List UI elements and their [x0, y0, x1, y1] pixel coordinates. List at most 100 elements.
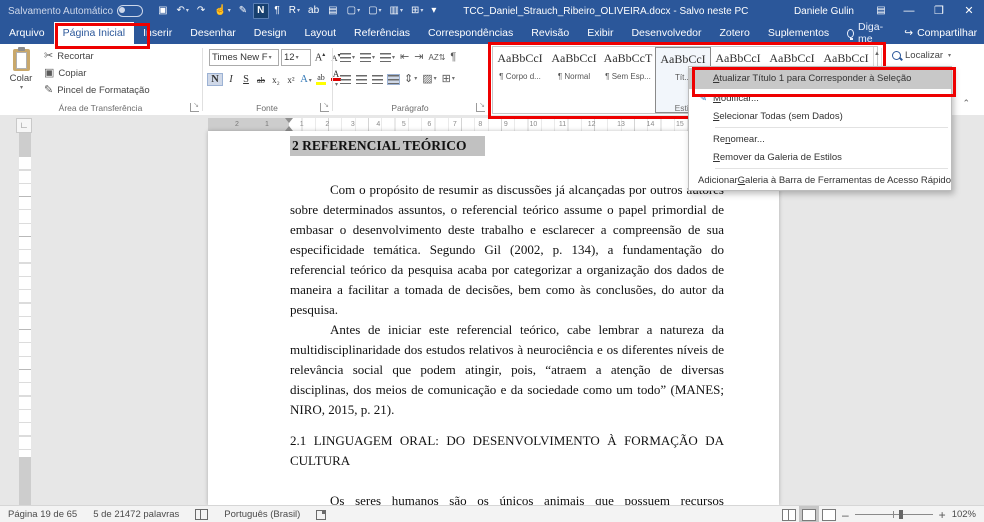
language-indicator[interactable]: Português (Brasil) [216, 509, 308, 520]
word-window: Salvamento Automático ▣ ↶ ▾ ↷ ☝ ▾ ✎ N ¶ R ▾… [0, 0, 984, 522]
vertical-ruler[interactable] [19, 133, 31, 505]
word-count[interactable]: 5 de 21472 palavras [85, 509, 187, 520]
qat-overflow-button[interactable]: ▾ [428, 4, 440, 18]
columns-button[interactable]: ▥ ▾ [387, 4, 406, 18]
context-menu-item[interactable]: Atualizar Título 1 para Corresponder à S… [689, 68, 951, 89]
autosave-switch-icon[interactable] [117, 5, 144, 17]
paste-button[interactable]: Colar ▾ [4, 47, 38, 109]
zoom-slider[interactable] [854, 510, 933, 519]
close-button[interactable]: ✕ [954, 0, 984, 22]
format-painter-button[interactable]: ✎ [236, 4, 251, 18]
context-menu-item[interactable]: Selecionar Todas (sem Dados) [689, 107, 951, 125]
user-name[interactable]: Daniele Gulin [794, 6, 854, 17]
ribbon-tab[interactable]: Referências [345, 22, 419, 44]
zoom-slider-thumb[interactable] [898, 510, 903, 519]
subscript-button[interactable]: x₂ [269, 75, 283, 85]
spelling-button[interactable]: ab [305, 4, 323, 18]
ribbon-display-options-button[interactable]: ▤ [868, 0, 894, 22]
font-size-combobox[interactable]: 12 ▾ [281, 49, 311, 66]
numbered-list-button[interactable]: ▾ [359, 52, 376, 63]
context-menu-item[interactable]: ✎ Modificar... [689, 89, 951, 107]
shading-button[interactable]: ▨ ▾ [421, 72, 437, 87]
redo-button[interactable]: ↷ [194, 4, 209, 18]
spellcheck-button[interactable] [187, 509, 216, 520]
strikethrough-button[interactable]: ab [254, 75, 268, 85]
underline-button[interactable]: S [239, 74, 253, 85]
clipboard-dialog-launcher[interactable]: ↘ [190, 102, 199, 112]
text-effects-button[interactable]: A▾ [299, 74, 313, 85]
macro-record-button[interactable] [308, 509, 334, 520]
paragraph-dialog-launcher[interactable]: ↘ [476, 102, 485, 112]
font-name-combobox[interactable]: Times New F ▾ [209, 49, 279, 66]
autosave-toggle[interactable]: Salvamento Automático [8, 5, 144, 17]
styles-button[interactable]: R ▾ [286, 4, 303, 18]
ribbon-tab[interactable]: Layout [295, 22, 345, 44]
decrease-indent-button[interactable]: ⇤ [399, 50, 410, 65]
zoom-level[interactable]: 102% [952, 509, 976, 520]
page-text[interactable]: 2 REFERENCIAL TEÓRICO Com o propósito de… [290, 131, 724, 505]
formatting-marks-button[interactable]: ¶ [271, 4, 283, 18]
share-button[interactable]: ↪ Compartilhar [894, 22, 984, 44]
hanging-indent-marker[interactable] [285, 122, 293, 131]
paragraph[interactable]: Antes de iniciar este referencial teóric… [290, 320, 724, 420]
table-button[interactable]: ⊞ ▾ [408, 4, 426, 18]
zoom-in-button[interactable]: + [939, 509, 946, 521]
ribbon-tab[interactable]: Desenvolvedor [622, 22, 710, 44]
ribbon-tab[interactable]: Desenhar [181, 22, 245, 44]
ribbon-tab[interactable]: Página Inicial [53, 22, 135, 44]
ribbon-tab[interactable]: Revisão [522, 22, 578, 44]
read-mode-button[interactable] [781, 508, 796, 521]
ribbon-tab[interactable]: Zotero [711, 22, 759, 44]
ribbon-tab[interactable]: Correspondências [419, 22, 522, 44]
paragraph[interactable]: Os seres humanos são os únicos animais q… [290, 491, 724, 505]
sort-button[interactable]: AZ⇅ [427, 50, 446, 65]
restore-button[interactable]: ❐ [924, 0, 954, 22]
tab-stop-selector[interactable]: ∟ [16, 118, 32, 133]
borders-button[interactable]: ⊞ ▾ [441, 72, 456, 87]
grow-font-button[interactable]: A▴ [313, 51, 327, 64]
font-dialog-launcher[interactable]: ↘ [320, 102, 329, 112]
copy-button[interactable]: ▣ Copiar [44, 67, 150, 80]
align-center-button[interactable] [355, 74, 368, 85]
show-paragraph-marks-button[interactable]: ¶ [449, 50, 457, 65]
read-aloud-button[interactable]: ▤ [325, 4, 341, 18]
touch-mouse-mode-button[interactable]: ☝ ▾ [211, 4, 233, 18]
zoom-out-button[interactable]: – [842, 509, 849, 521]
section-subheading[interactable]: 2.1 LINGUAGEM ORAL: DO DESENVOLVIMENTO À… [290, 431, 724, 471]
web-layout-button[interactable] [821, 508, 836, 521]
paragraph[interactable]: Com o propósito de resumir as discussões… [290, 180, 724, 320]
ribbon-tab[interactable]: Arquivo [0, 22, 54, 44]
print-layout-button[interactable] [798, 505, 819, 522]
align-right-button[interactable] [371, 74, 384, 85]
italic-button[interactable]: I [224, 74, 238, 85]
increase-indent-button[interactable]: ⇥ [413, 50, 424, 65]
collapse-ribbon-button[interactable]: ⌃ [962, 98, 970, 109]
line-spacing-button[interactable]: ⇕ ▾ [403, 72, 418, 87]
justify-button[interactable] [387, 74, 400, 85]
undo-button[interactable]: ↶ ▾ [174, 4, 192, 18]
format-painter-button[interactable]: ✎ Pincel de Formatação [44, 84, 150, 97]
align-left-button[interactable] [339, 74, 352, 85]
highlight-color-button[interactable]: ab [314, 74, 328, 85]
bold-button[interactable]: N [253, 3, 270, 19]
selected-heading[interactable]: 2 REFERENCIAL TEÓRICO [290, 136, 485, 156]
ribbon-tab[interactable]: Exibir [578, 22, 622, 44]
save-button[interactable]: ▣ [155, 4, 171, 18]
ribbon-tab[interactable]: Suplementos [759, 22, 838, 44]
context-menu-item[interactable]: Remover da Galeria de Estilos [689, 148, 951, 166]
bullet-list-button[interactable]: ▾ [339, 52, 356, 63]
page-setup-button[interactable]: ▢ ▾ [365, 4, 384, 18]
ribbon-tab[interactable]: Design [245, 22, 296, 44]
superscript-button[interactable]: x² [284, 75, 298, 85]
minimize-button[interactable]: — [894, 0, 924, 22]
context-menu-item[interactable]: Re n omear... [689, 130, 951, 148]
tell-me-box[interactable]: Diga-me [838, 21, 894, 45]
ribbon-tab[interactable]: Inserir [134, 22, 181, 44]
cut-button[interactable]: ✂ Recortar [44, 50, 150, 63]
multilevel-list-button[interactable]: ▾ [379, 52, 396, 63]
new-document-button[interactable]: ▢ ▾ [344, 4, 363, 18]
bold-button[interactable]: N [207, 73, 223, 86]
find-button[interactable]: Localizar ▾ [892, 50, 951, 61]
context-menu-item[interactable]: Adicionar Galeria à Barra de Ferramentas… [689, 171, 951, 189]
page-indicator[interactable]: Página 19 de 65 [0, 509, 85, 520]
